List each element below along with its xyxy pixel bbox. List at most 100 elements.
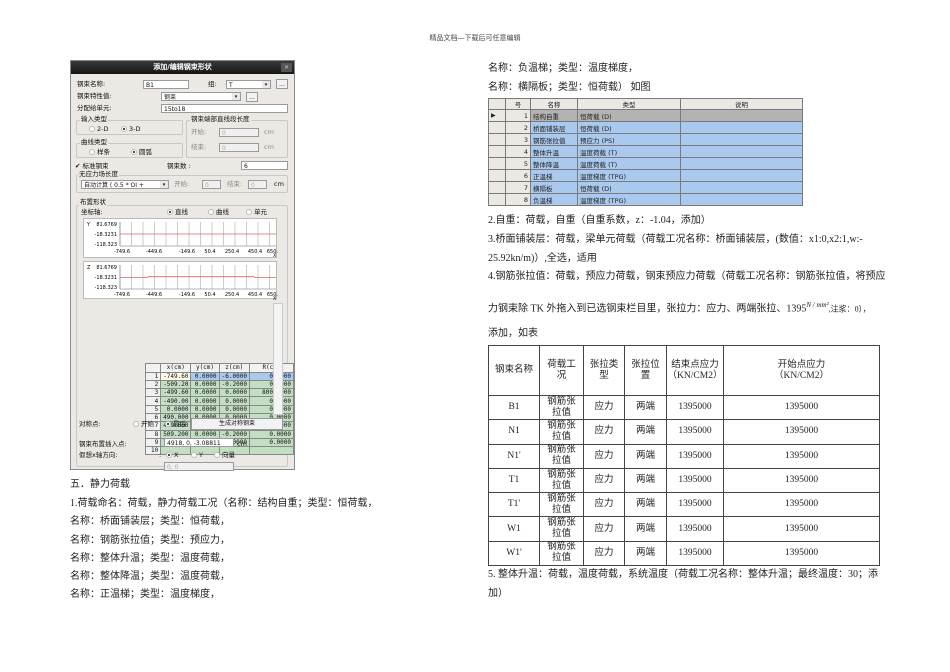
radio-arc[interactable]: 圆弧 <box>131 148 152 157</box>
count-stepper[interactable]: 6 <box>241 161 288 170</box>
table-cell[interactable]: 恒荷载 (D) <box>577 109 681 122</box>
table-cell[interactable]: -499.60 <box>160 388 192 398</box>
prop-more-button[interactable]: … <box>246 92 258 102</box>
table-cell[interactable]: 整体升温 <box>530 145 578 158</box>
table-cell[interactable] <box>680 157 803 170</box>
table-row[interactable]: 1-749.600.0000-6.00000.0000 <box>144 371 295 381</box>
table-cell[interactable]: 横隔板 <box>530 181 578 194</box>
table-cell[interactable]: 结构自重 <box>530 109 578 122</box>
table-cell[interactable]: 桥面铺装层 <box>530 121 578 134</box>
table-cell[interactable]: 0.0000 <box>248 404 295 415</box>
row-number[interactable]: 1 <box>144 371 162 381</box>
row-indicator[interactable]: ▶ <box>488 109 506 122</box>
table-row[interactable]: 8 负温梯 温度梯度 (TPG) <box>488 193 803 206</box>
end-start-input[interactable]: 0 <box>219 128 259 137</box>
table-cell[interactable]: 0.0000 <box>190 396 220 406</box>
table-cell[interactable]: 8 <box>505 193 531 206</box>
table-cell[interactable]: 钢筋张拉值 <box>530 133 578 146</box>
radio-line[interactable]: 直线 <box>167 208 188 217</box>
row-indicator[interactable] <box>488 169 506 182</box>
table-cell[interactable]: 0.0000 <box>160 404 192 415</box>
table-cell[interactable]: 0.0000 <box>190 379 220 390</box>
table-cell[interactable]: 负温梯 <box>530 193 578 206</box>
table-row[interactable]: 6 正温梯 温度梯度 (TPG) <box>488 169 803 182</box>
table-cell[interactable] <box>680 121 803 134</box>
row-indicator[interactable] <box>488 121 506 134</box>
table-cell[interactable]: 5 <box>505 157 531 170</box>
row-number[interactable]: 3 <box>144 388 162 398</box>
table-cell[interactable]: 2 <box>505 121 531 134</box>
radio-sym-end[interactable]: 最后 <box>165 420 186 429</box>
table-row[interactable]: ▶ 1 结构自重 恒荷载 (D) <box>488 109 803 122</box>
table-cell[interactable]: 0.0000 <box>190 371 220 381</box>
table-row[interactable]: 3 钢筋张拉值 预应力 (PS) <box>488 133 803 146</box>
ns-end-input[interactable]: 0 <box>248 180 267 189</box>
table-cell[interactable] <box>680 133 803 146</box>
row-indicator[interactable] <box>488 157 506 170</box>
geometry-scrollbar[interactable] <box>273 303 283 415</box>
row-number[interactable]: 2 <box>144 379 162 390</box>
table-cell[interactable] <box>680 109 803 122</box>
table-cell[interactable]: 0.0000 <box>218 396 250 406</box>
table-cell[interactable]: 温度梯度 (TPG) <box>577 193 681 206</box>
row-number[interactable]: 5 <box>144 404 162 415</box>
radio-y[interactable]: Y <box>191 451 203 460</box>
table-cell[interactable]: 温度荷载 (T) <box>577 157 681 170</box>
table-cell[interactable]: 恒荷载 (D) <box>577 181 681 194</box>
table-cell[interactable] <box>248 446 295 456</box>
table-row[interactable]: 2-509.200.0000-0.20000.0000 <box>144 379 295 390</box>
row-indicator[interactable] <box>488 133 506 146</box>
table-cell[interactable]: 4 <box>505 145 531 158</box>
group-more-button[interactable]: … <box>276 79 288 89</box>
name-input[interactable]: B1 <box>143 80 189 89</box>
table-cell[interactable]: 温度梯度 (TPG) <box>577 169 681 182</box>
row-number[interactable]: 8 <box>144 429 162 439</box>
table-cell[interactable] <box>680 169 803 182</box>
table-cell[interactable]: 0.0000 <box>248 396 295 406</box>
end-end-input[interactable]: 0 <box>219 143 259 152</box>
nostress-select[interactable]: 自动计算 ( 0.5 * OI + ▾ <box>81 180 169 189</box>
radio-spline[interactable]: 样条 <box>89 148 110 157</box>
insert-input[interactable]: 4918, 0, -3.08811 <box>164 438 234 447</box>
row-indicator[interactable] <box>488 145 506 158</box>
table-cell[interactable]: 0.0000 <box>248 437 295 448</box>
table-cell[interactable]: 温度荷载 (T) <box>577 145 681 158</box>
close-icon[interactable]: ✕ <box>281 63 292 72</box>
table-cell[interactable] <box>680 145 803 158</box>
radio-vector[interactable]: 向量 <box>214 451 235 460</box>
table-cell[interactable] <box>680 193 803 206</box>
table-cell[interactable]: 6 <box>505 169 531 182</box>
table-cell[interactable]: -749.60 <box>160 371 192 381</box>
row-indicator[interactable] <box>488 181 506 194</box>
radio-2d[interactable]: 2-D <box>89 125 109 134</box>
vector-input[interactable]: 0, 0 <box>164 462 234 471</box>
table-cell[interactable]: -6.0000 <box>218 371 250 381</box>
table-row[interactable]: 7 横隔板 恒荷载 (D) <box>488 181 803 194</box>
generate-symmetric-button[interactable]: 生成对称钢束 <box>191 418 283 430</box>
table-cell[interactable]: 正温梯 <box>530 169 578 182</box>
table-row[interactable]: 3-499.600.00000.0000800.0000 <box>144 388 295 398</box>
table-row[interactable]: 5 整体降温 温度荷载 (T) <box>488 157 803 170</box>
table-cell[interactable]: 3 <box>505 133 531 146</box>
table-cell[interactable]: 0.0000 <box>248 379 295 390</box>
table-cell[interactable]: 1 <box>505 109 531 122</box>
table-cell[interactable]: 0.0000 <box>190 388 220 398</box>
table-cell[interactable]: 恒荷载 (D) <box>577 121 681 134</box>
table-cell[interactable]: 0.0000 <box>248 371 295 381</box>
row-indicator[interactable] <box>488 193 506 206</box>
table-cell[interactable] <box>680 181 803 194</box>
radio-sym-start[interactable]: 开始 <box>133 420 154 429</box>
table-cell[interactable]: 800.0000 <box>248 388 295 398</box>
radio-3d[interactable]: 3-D <box>121 125 141 134</box>
radio-curve[interactable]: 曲线 <box>208 208 229 217</box>
table-cell[interactable]: 0.0000 <box>218 388 250 398</box>
table-row[interactable]: 4-490.000.00000.00000.0000 <box>144 396 295 406</box>
table-row[interactable]: 4 整体升温 温度荷载 (T) <box>488 145 803 158</box>
table-row[interactable]: 2 桥面铺装层 恒荷载 (D) <box>488 121 803 134</box>
table-cell[interactable]: -509.20 <box>160 379 192 390</box>
prop-select[interactable]: 钢束 ▾ <box>161 92 241 101</box>
table-cell[interactable]: -490.00 <box>160 396 192 406</box>
row-number[interactable]: 9 <box>144 437 162 448</box>
table-row[interactable]: 50.00000.00000.00000.0000 <box>144 404 295 415</box>
radio-x[interactable]: X <box>166 451 178 460</box>
